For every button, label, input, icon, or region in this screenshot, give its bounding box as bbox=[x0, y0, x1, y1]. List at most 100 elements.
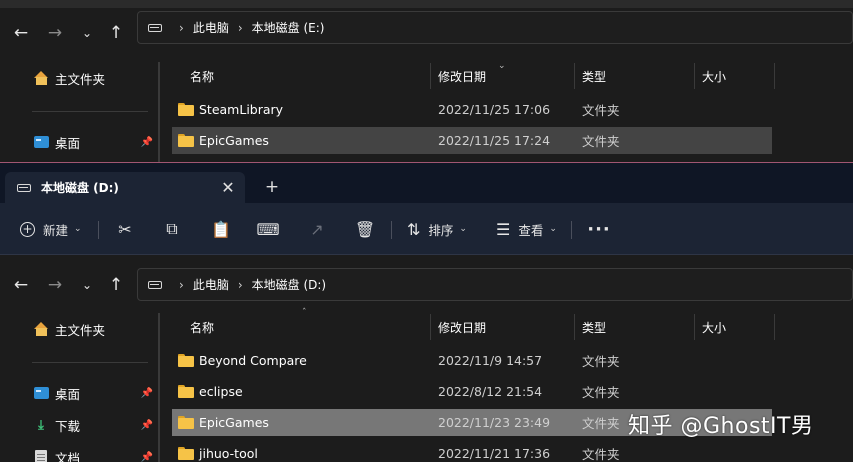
file-type: 文件夹 bbox=[582, 103, 620, 118]
breadcrumb-drive[interactable]: 本地磁盘 (D:) bbox=[252, 276, 326, 293]
sidebar-item-label: 桌面 bbox=[55, 135, 81, 151]
sidebar-item-label: 主文件夹 bbox=[55, 322, 106, 338]
view-label: 查看 bbox=[518, 222, 544, 238]
folder-icon bbox=[178, 134, 194, 147]
forward-arrow-icon[interactable]: → bbox=[40, 263, 70, 307]
column-header-name[interactable]: 名称 bbox=[190, 63, 214, 89]
file-date: 2022/11/25 17:24 bbox=[438, 133, 551, 148]
desktop-icon bbox=[33, 134, 49, 150]
column-separator[interactable] bbox=[574, 63, 575, 89]
recent-chevron-down-icon[interactable]: ⌄ bbox=[72, 263, 102, 307]
new-label: 新建 bbox=[43, 222, 69, 238]
tab-local-disk-d[interactable]: 本地磁盘 (D:) ✕ bbox=[5, 172, 245, 203]
paste-icon[interactable]: 📋 bbox=[207, 215, 235, 243]
sort-icon: ⇅ bbox=[407, 219, 421, 239]
forward-arrow-icon[interactable]: → bbox=[40, 11, 70, 55]
column-separator[interactable] bbox=[430, 63, 431, 89]
file-row[interactable]: Beyond Compare 2022/11/9 14:57 文件夹 bbox=[172, 347, 772, 374]
new-button[interactable]: + 新建 ⌄ bbox=[20, 215, 82, 243]
column-header-date[interactable]: 修改日期 bbox=[438, 314, 486, 340]
back-arrow-icon[interactable]: ← bbox=[6, 263, 36, 307]
column-separator[interactable] bbox=[430, 314, 431, 340]
sidebar-item-desktop[interactable]: 桌面 📌 bbox=[33, 382, 155, 404]
delete-icon[interactable]: 🗑 bbox=[351, 215, 379, 243]
view-button[interactable]: ☰ 查看 ⌄ bbox=[496, 215, 557, 243]
column-header-type[interactable]: 类型 bbox=[582, 314, 606, 340]
breadcrumb-drive[interactable]: 本地磁盘 (E:) bbox=[252, 19, 325, 36]
sort-down-icon: ⌄ bbox=[498, 61, 506, 71]
sort-label: 排序 bbox=[428, 222, 454, 238]
column-header-row: ˆ 名称 修改日期 类型 大小 bbox=[160, 308, 853, 340]
breadcrumb-chevron-icon: › bbox=[179, 20, 184, 35]
file-row[interactable]: eclipse 2022/8/12 21:54 文件夹 bbox=[172, 378, 772, 405]
sidebar-item-home[interactable]: 主文件夹 bbox=[33, 318, 155, 340]
cut-icon[interactable]: ✂ bbox=[111, 215, 139, 243]
copy-icon[interactable]: ⧉ bbox=[158, 215, 186, 243]
file-row[interactable]: jihuo-tool 2022/11/21 17:36 文件夹 bbox=[172, 440, 772, 462]
breadcrumb-this-pc[interactable]: 此电脑 bbox=[193, 276, 229, 293]
pin-icon[interactable]: 📌 bbox=[141, 137, 153, 148]
more-options-icon[interactable]: ··· bbox=[585, 215, 613, 243]
drive-icon bbox=[148, 23, 162, 32]
sidebar-item-desktop[interactable]: 桌面 📌 bbox=[33, 131, 155, 153]
toolbar-separator bbox=[98, 221, 99, 239]
command-bar: + 新建 ⌄ ✂ ⧉ 📋 ⌨ ↗ 🗑 ⇅ 排序 ⌄ ☰ 查看 ⌄ ··· bbox=[0, 203, 853, 255]
pin-icon[interactable]: 📌 bbox=[141, 388, 153, 399]
column-separator[interactable] bbox=[774, 314, 775, 340]
navigation-bar: ← → ⌄ ↑ › 此电脑 › 本地磁盘 (E:) bbox=[0, 11, 853, 55]
navigation-bar: ← → ⌄ ↑ › 此电脑 › 本地磁盘 (D:) bbox=[0, 263, 853, 307]
column-separator[interactable] bbox=[774, 63, 775, 89]
column-separator[interactable] bbox=[694, 314, 695, 340]
column-separator[interactable] bbox=[694, 63, 695, 89]
pin-icon[interactable]: 📌 bbox=[141, 420, 153, 431]
column-header-row: 名称 ⌄ 修改日期 类型 大小 bbox=[160, 61, 853, 89]
close-icon[interactable]: ✕ bbox=[219, 178, 237, 197]
sort-button[interactable]: ⇅ 排序 ⌄ bbox=[407, 215, 467, 243]
file-name: SteamLibrary bbox=[199, 102, 284, 117]
sidebar-item-downloads[interactable]: ⤓ 下载 📌 bbox=[33, 414, 155, 436]
breadcrumb-this-pc[interactable]: 此电脑 bbox=[193, 19, 229, 36]
file-row-selected[interactable]: EpicGames 2022/11/25 17:24 文件夹 bbox=[172, 127, 772, 154]
file-name: eclipse bbox=[199, 384, 243, 399]
sidebar-item-label: 文档 bbox=[55, 450, 81, 462]
file-date: 2022/11/21 17:36 bbox=[438, 446, 551, 461]
sidebar-divider bbox=[32, 111, 148, 112]
file-date: 2022/11/23 23:49 bbox=[438, 415, 551, 430]
sidebar-item-documents[interactable]: 文档 📌 bbox=[33, 446, 155, 462]
column-header-size[interactable]: 大小 bbox=[702, 63, 726, 89]
sidebar-item-home[interactable]: 主文件夹 bbox=[33, 67, 155, 89]
explorer-window-e: ← → ⌄ ↑ › 此电脑 › 本地磁盘 (E:) 主文件夹 桌面 📌 名称 ⌄… bbox=[0, 0, 853, 162]
chevron-down-icon: ⌄ bbox=[459, 224, 467, 234]
sort-up-icon: ˆ bbox=[302, 308, 307, 318]
view-list-icon: ☰ bbox=[496, 219, 511, 239]
column-separator[interactable] bbox=[574, 314, 575, 340]
file-type: 文件夹 bbox=[582, 447, 620, 462]
document-icon bbox=[33, 449, 49, 462]
recent-chevron-down-icon[interactable]: ⌄ bbox=[72, 11, 102, 55]
file-type: 文件夹 bbox=[582, 134, 620, 149]
address-bar[interactable]: › 此电脑 › 本地磁盘 (E:) bbox=[137, 11, 853, 44]
address-bar[interactable]: › 此电脑 › 本地磁盘 (D:) bbox=[137, 268, 853, 301]
up-arrow-icon[interactable]: ↑ bbox=[101, 263, 131, 307]
file-type: 文件夹 bbox=[582, 385, 620, 400]
column-header-name[interactable]: 名称 bbox=[190, 314, 214, 340]
sidebar-divider bbox=[32, 362, 148, 363]
sidebar-item-label: 桌面 bbox=[55, 386, 81, 402]
pin-icon[interactable]: 📌 bbox=[141, 452, 153, 462]
up-arrow-icon[interactable]: ↑ bbox=[101, 11, 131, 55]
breadcrumb-chevron-icon: › bbox=[179, 277, 184, 292]
new-plus-icon: + bbox=[20, 221, 35, 237]
rename-icon[interactable]: ⌨ bbox=[254, 215, 282, 243]
back-arrow-icon[interactable]: ← bbox=[6, 11, 36, 55]
file-row[interactable]: SteamLibrary 2022/11/25 17:06 文件夹 bbox=[172, 96, 772, 123]
column-header-date[interactable]: 修改日期 bbox=[438, 63, 486, 89]
column-header-type[interactable]: 类型 bbox=[582, 63, 606, 89]
new-tab-plus-icon[interactable]: + bbox=[262, 177, 282, 197]
folder-icon bbox=[178, 385, 194, 398]
home-icon bbox=[33, 321, 49, 337]
share-icon[interactable]: ↗ bbox=[303, 215, 331, 243]
title-strip bbox=[0, 0, 853, 8]
tab-title: 本地磁盘 (D:) bbox=[41, 181, 119, 195]
download-icon: ⤓ bbox=[38, 417, 44, 433]
column-header-size[interactable]: 大小 bbox=[702, 314, 726, 340]
